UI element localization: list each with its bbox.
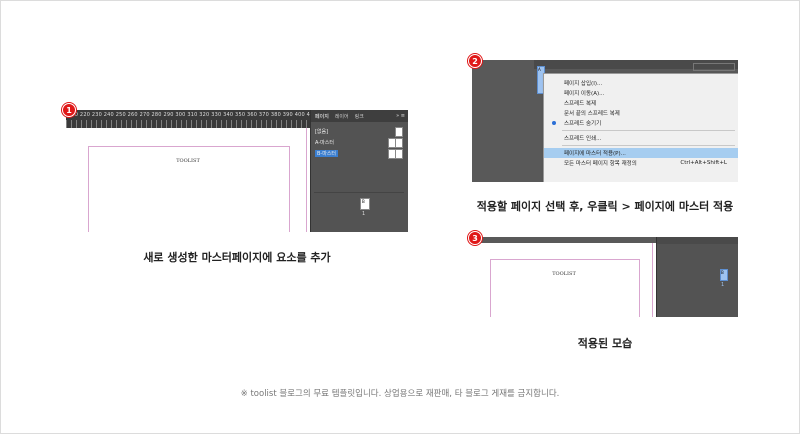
tab-pages[interactable]: 페이지 xyxy=(315,113,329,120)
ruler-numbers: 210 220 230 240 250 260 270 280 290 300 … xyxy=(68,112,341,118)
menu-item-duplicate-spread-end[interactable]: 문서 끝의 스프레드 복제 xyxy=(544,108,738,118)
page-master-tag: B xyxy=(362,199,365,204)
page-1-thumbnail[interactable]: B xyxy=(360,198,370,210)
document-canvas[interactable]: TOOLIST xyxy=(472,237,656,317)
panel-header xyxy=(657,237,738,244)
step-1-badge: 1 xyxy=(62,103,76,117)
ruler-ticks xyxy=(66,120,310,128)
panel-item-none[interactable]: [없음] xyxy=(311,126,408,137)
bleed-guide xyxy=(652,243,653,317)
menu-item-label: 스프레드 인쇄... xyxy=(564,136,602,142)
margin-guide xyxy=(490,259,640,317)
page-1-thumbnail[interactable]: B xyxy=(720,269,728,281)
step-2-caption: 적용할 페이지 선택 후, 우클릭 > 페이지에 마스터 적용 xyxy=(476,200,734,213)
menu-item-shortcut: Ctrl+Alt+Shift+L xyxy=(680,160,727,166)
panel-divider xyxy=(314,192,404,193)
pages-panel-strip xyxy=(534,60,738,71)
tab-layers[interactable]: 레이어 xyxy=(335,113,349,120)
step-3-caption: 적용된 모습 xyxy=(577,337,633,350)
panel-item-label: A-마스터 xyxy=(315,140,334,146)
page-number: 1 xyxy=(721,282,725,288)
panel-menu-icon[interactable]: » ≡ xyxy=(396,113,405,119)
footer-notice: ※ toolist 블로그의 무료 템플릿입니다. 상업용으로 재판매, 타 블… xyxy=(240,389,560,399)
menu-item-label: 페이지 이동(A)... xyxy=(564,91,605,97)
page-thumbnail xyxy=(395,148,403,159)
menu-item-print-spread[interactable]: 스프레드 인쇄... xyxy=(544,133,738,143)
panel-item-label: [없음] xyxy=(315,129,329,135)
page-thumbnail xyxy=(395,137,403,148)
menu-item-apply-master[interactable]: 페이지에 마스터 적용(P)... xyxy=(544,148,738,158)
page-master-tag: A xyxy=(538,67,541,72)
menu-item-duplicate-spread[interactable]: 스프레드 복제 xyxy=(544,98,738,108)
menu-separator xyxy=(562,145,735,146)
canvas-text[interactable]: TOOLIST xyxy=(66,158,310,164)
horizontal-ruler: 210 220 230 240 250 260 270 280 290 300 … xyxy=(66,110,340,128)
bullet-icon xyxy=(552,121,556,125)
pasteboard-top xyxy=(472,237,656,243)
menu-item-label: 문서 끝의 스프레드 복제 xyxy=(564,111,620,117)
menu-item-insert-pages[interactable]: 페이지 삽입(I)... xyxy=(544,78,738,88)
canvas-text: TOOLIST xyxy=(552,271,576,277)
panel-item-a-master[interactable]: A-마스터 xyxy=(311,137,408,148)
bleed-guide xyxy=(306,128,307,232)
menu-item-hide-spread[interactable]: 스프레드 숨기기 xyxy=(544,118,738,128)
page-thumbnail xyxy=(395,126,403,137)
screenshot-master-page: 210 220 230 240 250 260 270 280 290 300 … xyxy=(66,110,408,232)
menu-item-move-pages[interactable]: 페이지 이동(A)... xyxy=(544,88,738,98)
menu-item-label: 페이지 삽입(I)... xyxy=(564,81,603,87)
step-1-caption: 새로 생성한 마스터페이지에 요소를 추가 xyxy=(143,251,331,264)
menu-item-label: 스프레드 숨기기 xyxy=(564,121,602,127)
panel-tabs: 페이지 레이어 링크 » ≡ xyxy=(311,110,408,122)
context-menu: 페이지 삽입(I)... 페이지 이동(A)... 스프레드 복제 문서 끝의 … xyxy=(543,73,738,182)
tab-links[interactable]: 링크 xyxy=(355,113,364,120)
panel-item-b-master[interactable]: B-마스터 xyxy=(311,148,408,159)
menu-item-label: 스프레드 복제 xyxy=(564,101,597,107)
menu-separator xyxy=(562,130,735,131)
screenshot-context-menu: A 페이지 삽입(I)... 페이지 이동(A)... 스프레드 복제 문서 끝… xyxy=(472,60,738,182)
panel-item-label: B-마스터 xyxy=(315,150,339,157)
page-master-tag: B xyxy=(721,270,724,275)
menu-item-label: 모든 마스터 페이지 항목 재정의 xyxy=(564,161,637,167)
menu-item-label: 페이지에 마스터 적용(P)... xyxy=(564,151,626,157)
spread-thumbnail xyxy=(693,63,735,71)
pages-panel: 페이지 레이어 링크 » ≡ [없음] A-마스터 B-마스터 xyxy=(310,110,408,232)
document-canvas[interactable]: TOOLIST xyxy=(66,128,310,232)
step-3-badge: 3 xyxy=(468,231,482,245)
step-2-badge: 2 xyxy=(468,54,482,68)
page-number: 1 xyxy=(362,211,366,217)
menu-item-override-master-items[interactable]: 모든 마스터 페이지 항목 재정의 Ctrl+Alt+Shift+L xyxy=(544,158,738,168)
screenshot-applied-result: TOOLIST B 1 xyxy=(472,237,738,317)
